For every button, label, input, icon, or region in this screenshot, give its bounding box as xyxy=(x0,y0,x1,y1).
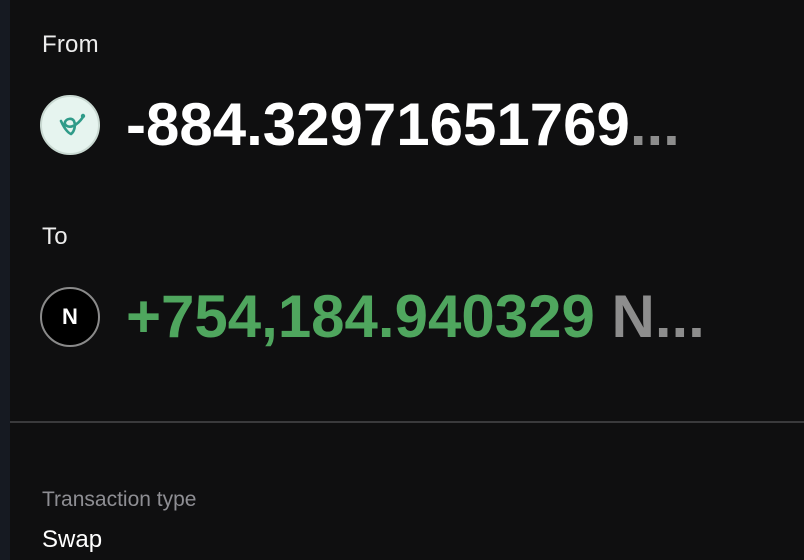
transaction-detail-view: From -884.32971651769... To N +754,184.9… xyxy=(0,0,804,560)
left-rail xyxy=(0,0,10,560)
to-amount: +754,184.940329 N... xyxy=(126,285,705,349)
n-token-icon: N xyxy=(40,287,100,347)
from-label: From xyxy=(42,31,99,58)
section-divider xyxy=(10,421,804,423)
to-token-symbol: N... xyxy=(611,283,705,350)
from-amount-row: -884.32971651769... xyxy=(40,93,680,157)
transaction-panel: From -884.32971651769... To N +754,184.9… xyxy=(10,0,804,560)
from-amount-ellipsis: ... xyxy=(629,91,680,158)
transaction-type-value: Swap xyxy=(42,526,103,553)
leaf-token-icon xyxy=(40,95,100,155)
transaction-type-label: Transaction type xyxy=(42,488,197,511)
leaf-token-glyph xyxy=(59,113,86,136)
from-amount: -884.32971651769... xyxy=(126,93,680,157)
to-amount-row: N +754,184.940329 N... xyxy=(40,285,705,349)
to-amount-value: +754,184.940329 xyxy=(126,283,595,350)
n-token-letter: N xyxy=(62,304,78,329)
from-amount-value: -884.32971651769 xyxy=(126,91,630,158)
to-label: To xyxy=(42,223,68,250)
